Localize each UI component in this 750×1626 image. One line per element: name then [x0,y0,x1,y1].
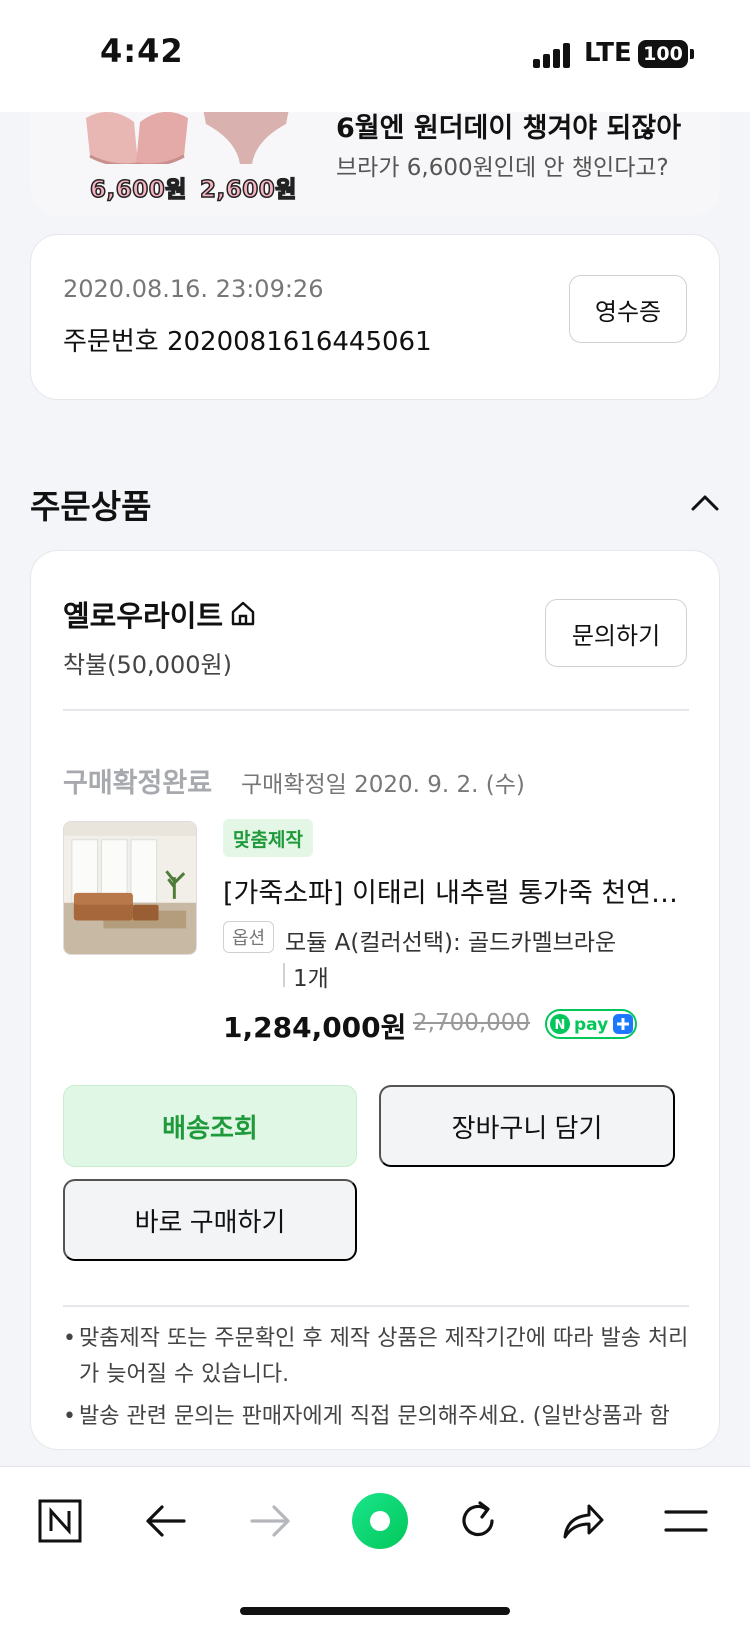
signal-icon [533,42,573,68]
status-bar: 4:42 LTE 100 [0,0,750,112]
quantity: 1개 [293,966,329,992]
order-status: 구매확정완료 [63,768,213,799]
naver-n-icon[interactable] [30,1491,90,1551]
section-title: 주문상품 [30,487,152,526]
panty-price-tag: 2,600원 [199,176,297,204]
store-home-icon[interactable] [229,599,257,627]
divider [63,709,689,711]
npay-badge: N pay [545,1009,637,1039]
home-indicator [240,1607,510,1615]
option-badge: 옵션 [223,921,275,953]
notice-list: 맞춤제작 또는 주문확인 후 제작 상품은 제작기간에 따라 발송 처리가 늦어… [63,1321,693,1441]
buy-now-button[interactable]: 바로 구매하기 [63,1179,357,1261]
bra-price-tag: 6,600원 [89,176,187,204]
browser-toolbar [0,1466,750,1626]
menu-icon[interactable] [656,1491,716,1551]
notice-item: 발송 관련 문의는 판매자에게 직접 문의해주세요. (일반상품과 함 [63,1399,693,1435]
svg-text:N: N [555,1018,566,1033]
product-thumbnail[interactable] [63,821,197,955]
back-arrow-icon[interactable] [136,1491,196,1551]
panty-image [202,104,290,164]
share-icon[interactable] [552,1491,612,1551]
banner-subtitle: 브라가 6,600원인데 안 챙인다고? [336,155,669,181]
refresh-icon[interactable] [448,1491,508,1551]
chevron-up-icon[interactable] [690,490,720,514]
original-price: 2,700,000 [413,1010,531,1036]
custom-made-badge: 맞춤제작 [223,819,313,857]
order-datetime: 2020.08.16. 23:09:26 [63,275,324,303]
bra-image [86,112,188,164]
inquiry-button[interactable]: 문의하기 [545,599,687,667]
status-time: 4:42 [100,32,184,70]
order-info-card: 2020.08.16. 23:09:26 주문번호 20200816164450… [30,234,720,400]
order-number: 주문번호 2020081616445061 [63,327,432,357]
green-dot-home-icon[interactable] [344,1485,416,1557]
quantity-separator [283,963,285,987]
track-delivery-button[interactable]: 배송조회 [63,1085,357,1167]
battery-tip [690,49,694,59]
order-item-card: 옐로우라이트 착불(50,000원) 문의하기 구매확정완료 구매확정일 202… [30,550,720,1450]
svg-text:pay: pay [574,1015,608,1035]
divider [63,1305,689,1307]
add-to-cart-button[interactable]: 장바구니 담기 [379,1085,675,1167]
shipping-fee: 착불(50,000원) [63,651,232,679]
seller-name[interactable]: 옐로우라이트 [63,593,223,635]
confirm-date: 구매확정일 2020. 9. 2. (수) [241,772,525,798]
product-name[interactable]: [가죽소파] 이태리 내추럴 통가죽 천연… [223,871,691,910]
notice-item: 맞춤제작 또는 주문확인 후 제작 상품은 제작기간에 따라 발송 처리가 늦어… [63,1321,693,1393]
forward-arrow-icon[interactable] [240,1491,300,1551]
battery-icon: 100 [638,40,688,68]
receipt-button[interactable]: 영수증 [569,275,687,343]
sale-price: 1,284,000원 [223,1011,407,1044]
network-label: LTE [584,38,632,68]
option-value: 모듈 A(컬러선택): 골드카멜브라운 [285,930,617,956]
